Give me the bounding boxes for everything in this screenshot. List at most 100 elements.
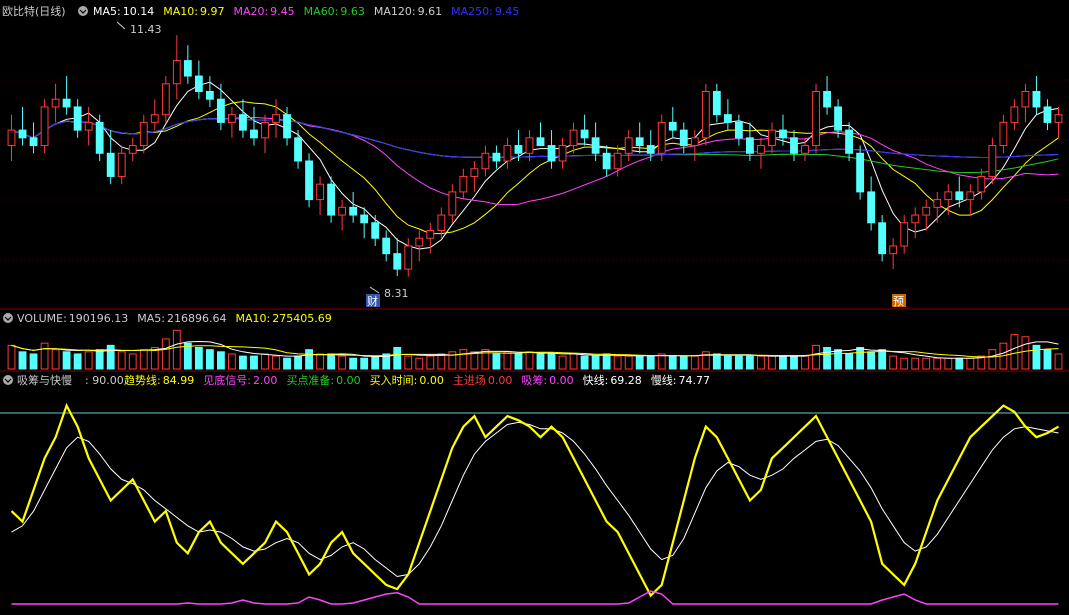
volume-bar xyxy=(316,353,325,370)
candle-body xyxy=(790,137,798,154)
candle-body xyxy=(73,106,82,131)
volume-bar xyxy=(668,355,677,370)
volume-bar xyxy=(283,357,291,370)
candle-body xyxy=(194,75,203,93)
volume-bar xyxy=(856,347,865,370)
indicator-label: 买点准备: xyxy=(286,373,334,387)
candle-body xyxy=(624,137,633,154)
volume-bar xyxy=(393,347,402,370)
volume-bar xyxy=(228,353,236,370)
candle-body xyxy=(382,237,391,255)
candle-body xyxy=(161,83,170,116)
candle-body xyxy=(745,137,754,154)
volume-bar xyxy=(239,355,247,370)
volume-bar xyxy=(591,355,600,370)
indicator-label: MA10: xyxy=(163,5,198,18)
indicator-value: 216896.64 xyxy=(167,312,227,325)
volume-bar xyxy=(635,355,644,370)
candle-body xyxy=(40,106,49,147)
volume-bar xyxy=(955,357,964,370)
candle-body xyxy=(1010,106,1019,123)
volume-bar xyxy=(1010,334,1019,370)
indicator-value: 74.77 xyxy=(679,374,711,387)
candle-body xyxy=(779,129,787,139)
candle-body xyxy=(503,145,512,162)
candle-body xyxy=(404,245,413,270)
candle-body xyxy=(801,145,809,154)
slow-line xyxy=(11,421,1059,578)
indicator-value: 9.61 xyxy=(418,5,443,18)
volume-bar xyxy=(128,353,137,370)
volume-bar xyxy=(745,355,754,370)
candle-body xyxy=(988,145,997,177)
volume-bar xyxy=(712,353,721,370)
candle-body xyxy=(18,129,27,139)
volume-bar xyxy=(73,353,82,370)
volume-bar xyxy=(657,353,666,370)
candle-body xyxy=(470,168,479,177)
volume-bar xyxy=(723,355,732,370)
candle-body xyxy=(338,206,347,216)
volume-bar xyxy=(139,349,148,370)
volume-bar xyxy=(525,351,534,370)
volume-bar xyxy=(966,357,975,370)
volume-bar xyxy=(558,355,567,370)
candle-body xyxy=(514,145,523,154)
indicator-value: 275405.69 xyxy=(272,312,332,325)
volume-indicators: VOLUME: 190196.13 MA5: 216896.64 MA10: 275405… xyxy=(17,312,332,325)
candle-body xyxy=(613,152,622,170)
volume-bar xyxy=(95,349,104,370)
candle-body xyxy=(172,60,181,85)
candle-body xyxy=(239,114,247,131)
signal-panel-value: : 90.00 xyxy=(85,374,124,387)
dropdown-icon[interactable] xyxy=(3,313,13,323)
candle-body xyxy=(602,152,611,170)
candle-body xyxy=(723,114,732,123)
dropdown-icon[interactable] xyxy=(78,6,88,16)
low-annotation: 8.31 财 xyxy=(366,286,409,308)
indicator-label: 买入时间: xyxy=(370,374,418,387)
volume-bar xyxy=(7,344,16,370)
price-indicators: MA5: 10.14 MA10: 9.97 MA20: 9.45 MA60: 9.63 MA12… xyxy=(93,5,519,18)
fast-line xyxy=(10,402,1060,598)
candle-body xyxy=(250,129,258,139)
indicator-label: MA5: xyxy=(137,312,165,325)
volume-bar xyxy=(646,355,655,370)
candle-body xyxy=(944,191,953,201)
volume-bar xyxy=(161,338,170,370)
ma120-line xyxy=(11,118,1059,159)
volume-bar xyxy=(470,351,479,370)
candle-body xyxy=(900,222,909,247)
indicator-value: 9.45 xyxy=(495,5,520,18)
signal-indicators: 趋势线: 84.99 见底信号: 2.00 买点准备: 0.00 买入时间: 0.00 主进场 0… xyxy=(124,373,710,387)
volume-bar xyxy=(40,342,49,370)
candle-body xyxy=(492,152,501,162)
candle-body xyxy=(712,91,721,116)
candle-body xyxy=(228,114,236,123)
volume-bar xyxy=(790,355,798,370)
volume-bar xyxy=(779,355,787,370)
indicator-value: 0.00 xyxy=(488,374,513,387)
candle-body xyxy=(294,137,302,162)
volume-bar xyxy=(415,357,424,370)
indicator-value: 9.63 xyxy=(340,5,365,18)
volume-bar xyxy=(492,353,501,370)
candle-body xyxy=(966,191,975,201)
finance-marker-label: 财 xyxy=(367,294,378,308)
candle-body xyxy=(834,106,842,131)
candle-body xyxy=(150,114,159,123)
volume-bar xyxy=(250,355,258,370)
ma60-line xyxy=(11,118,1059,174)
candle-body xyxy=(999,121,1008,147)
dropdown-icon[interactable] xyxy=(3,375,13,385)
indicator-label: 快线: xyxy=(583,373,609,387)
candle-body xyxy=(922,206,931,216)
candle-body xyxy=(117,152,126,177)
candle-body xyxy=(856,152,865,193)
volume-bar xyxy=(602,353,611,370)
candle-body xyxy=(558,145,567,162)
volume-bar xyxy=(944,357,953,370)
indicator-label: MA120: xyxy=(374,5,416,18)
candle-body xyxy=(757,145,765,154)
volume-bar xyxy=(338,355,347,370)
